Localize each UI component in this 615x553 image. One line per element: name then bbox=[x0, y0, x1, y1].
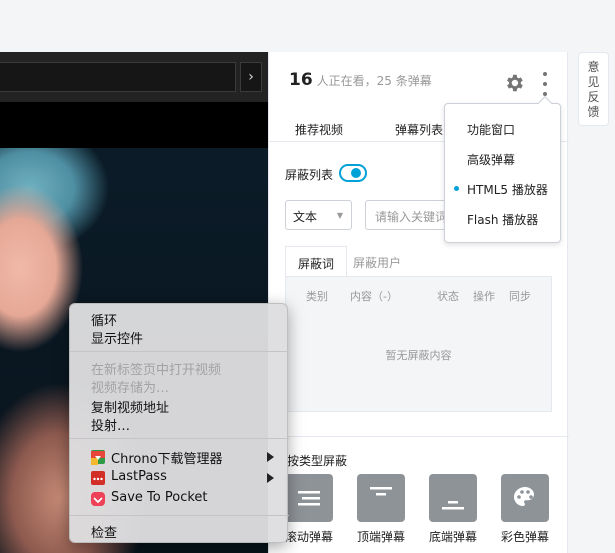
tab-recommended-videos[interactable]: 推荐视频 bbox=[295, 121, 343, 138]
chevron-down-icon: ▼ bbox=[336, 211, 343, 220]
palette-icon bbox=[514, 487, 534, 506]
bottom-danmaku-button[interactable] bbox=[429, 474, 477, 522]
table-header-category: 类别 bbox=[306, 290, 328, 303]
ctx-separator bbox=[70, 438, 289, 439]
block-type-select[interactable]: 文本 ▼ bbox=[285, 200, 352, 230]
chevron-right-icon bbox=[267, 452, 274, 462]
top-danmaku-button[interactable] bbox=[357, 474, 405, 522]
menu-item-html5-player[interactable]: HTML5 播放器 bbox=[467, 181, 548, 198]
ctx-loop[interactable]: 循环 bbox=[91, 310, 117, 329]
ctx-chrono-download-manager[interactable]: Chrono下载管理器 bbox=[111, 448, 223, 467]
ctx-inspect[interactable]: 检查 bbox=[91, 522, 117, 541]
type-block-label: 按类型屏蔽 bbox=[287, 454, 348, 468]
toggle-knob bbox=[351, 168, 361, 178]
block-type-value: 文本 bbox=[293, 210, 318, 224]
subtab-block-users[interactable]: 屏蔽用户 bbox=[353, 254, 401, 271]
menu-item-flash-player[interactable]: Flash 播放器 bbox=[467, 211, 538, 228]
context-menu: 循环 显示控件 在新标签页中打开视频 视频存储为… 复制视频地址 投射… Chr… bbox=[69, 303, 289, 543]
tab-danmaku-list[interactable]: 弹幕列表 bbox=[395, 121, 443, 138]
ctx-save-to-pocket[interactable]: Save To Pocket bbox=[111, 490, 208, 505]
table-header-action: 操作 bbox=[473, 290, 495, 303]
menu-item-advanced-danmaku[interactable]: 高级弹幕 bbox=[467, 151, 515, 168]
chrono-download-icon bbox=[91, 450, 105, 465]
color-danmaku-button[interactable] bbox=[501, 474, 549, 522]
selected-indicator-icon bbox=[454, 186, 459, 191]
ctx-copy-video-address[interactable]: 复制视频地址 bbox=[91, 397, 169, 416]
menu-item-function-window[interactable]: 功能窗口 bbox=[467, 121, 515, 138]
table-header-sync: 同步 bbox=[509, 290, 531, 303]
ctx-separator bbox=[70, 351, 289, 352]
block-list-toggle[interactable] bbox=[339, 164, 367, 182]
scroll-danmaku-button[interactable] bbox=[285, 474, 333, 522]
top-danmaku-label: 顶端弹幕 bbox=[356, 530, 405, 544]
gear-icon[interactable] bbox=[503, 72, 525, 94]
video-address-bar[interactable] bbox=[0, 62, 236, 92]
ctx-cast[interactable]: 投射… bbox=[91, 415, 130, 434]
chevron-right-icon[interactable]: › bbox=[240, 62, 262, 92]
bottom-danmaku-icon bbox=[442, 501, 464, 510]
player-menu: 功能窗口 高级弹幕 HTML5 播放器 Flash 播放器 bbox=[444, 95, 561, 243]
video-top-bar: › bbox=[0, 52, 268, 102]
ctx-open-video-new-tab: 在新标签页中打开视频 bbox=[91, 363, 222, 378]
bottom-danmaku-label: 底端弹幕 bbox=[428, 530, 477, 544]
block-list-label: 屏蔽列表 bbox=[285, 168, 334, 182]
lastpass-icon bbox=[91, 471, 105, 485]
ctx-show-controls[interactable]: 显示控件 bbox=[91, 328, 143, 347]
block-table: 类别 内容（-） 状态 操作 同步 暂无屏蔽内容 bbox=[285, 276, 552, 412]
pocket-icon bbox=[91, 492, 105, 506]
top-bar bbox=[0, 0, 615, 52]
viewer-count: 16 bbox=[289, 70, 313, 90]
chevron-right-icon bbox=[267, 473, 274, 483]
ctx-save-video-as: 视频存储为… bbox=[91, 381, 170, 396]
ctx-lastpass[interactable]: LastPass bbox=[111, 469, 167, 484]
table-header-status: 状态 bbox=[437, 290, 459, 303]
empty-state-text: 暂无屏蔽内容 bbox=[385, 349, 452, 362]
table-header-content[interactable]: 内容（-） bbox=[350, 288, 398, 304]
feedback-label: 意见反馈 bbox=[587, 60, 600, 119]
ctx-separator bbox=[70, 515, 289, 516]
feedback-tab[interactable]: 意见反馈 bbox=[578, 52, 609, 126]
more-vertical-icon[interactable] bbox=[541, 72, 549, 96]
viewer-info: 16 人正在看，25 条弹幕 bbox=[289, 70, 432, 90]
subtab-block-keywords[interactable]: 屏蔽词 bbox=[285, 246, 347, 278]
divider bbox=[269, 436, 569, 437]
scroll-danmaku-icon bbox=[298, 491, 320, 506]
viewer-text: 人正在看，25 条弹幕 bbox=[316, 74, 432, 88]
top-danmaku-icon bbox=[370, 487, 392, 496]
color-danmaku-label: 彩色弹幕 bbox=[500, 530, 549, 544]
